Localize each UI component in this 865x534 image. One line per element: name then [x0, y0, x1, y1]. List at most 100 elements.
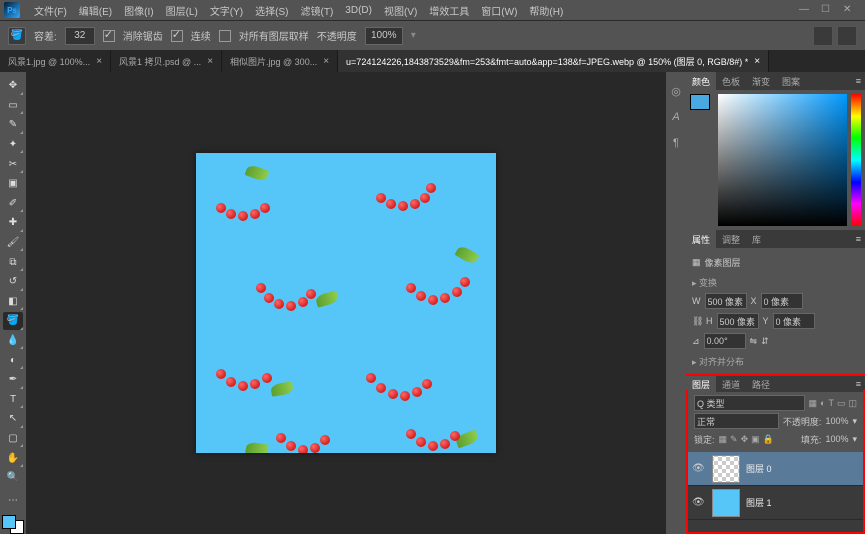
layer-thumbnail[interactable] [712, 489, 740, 517]
stamp-tool[interactable]: ⧉ [3, 253, 23, 271]
shape-tool[interactable]: ▢ [3, 430, 23, 448]
flip-v-icon[interactable]: ⇵ [761, 336, 769, 347]
hue-slider[interactable] [851, 94, 861, 226]
hand-tool[interactable]: ✋ [3, 449, 23, 467]
paragraph-icon[interactable]: ¶ [669, 136, 683, 150]
type-panel-icon[interactable]: A [669, 110, 683, 124]
menu-plugins[interactable]: 增效工具 [423, 3, 475, 18]
layer-name[interactable]: 图层 1 [746, 496, 772, 509]
document-tab-active[interactable]: u=724124226,1843873529&fm=253&fmt=auto&a… [338, 50, 769, 72]
tab-close-icon[interactable]: × [96, 56, 102, 67]
blur-tool[interactable]: 💧 [3, 332, 23, 350]
filter-type-icon[interactable]: T [828, 398, 834, 409]
antialias-checkbox[interactable] [103, 30, 115, 42]
color-preview-fg[interactable] [690, 94, 710, 110]
properties-tab[interactable]: 属性 [686, 230, 716, 248]
width-input[interactable] [705, 293, 747, 309]
dodge-tool[interactable]: ◐ [3, 351, 23, 369]
contiguous-checkbox[interactable] [171, 30, 183, 42]
menu-select[interactable]: 选择(S) [249, 3, 294, 18]
zoom-tool[interactable]: 🔍 [3, 469, 23, 487]
menu-file[interactable]: 文件(F) [28, 3, 73, 18]
filter-shape-icon[interactable]: ▭ [837, 398, 846, 409]
lasso-tool[interactable]: ✎ [3, 116, 23, 134]
menu-edit[interactable]: 编辑(E) [73, 3, 118, 18]
document-tab[interactable]: 风景1 拷贝.psd @ ...× [111, 50, 222, 72]
close-button[interactable]: ✕ [843, 4, 855, 16]
patterns-tab[interactable]: 图案 [776, 72, 806, 90]
marquee-tool[interactable]: ▭ [3, 97, 23, 115]
gradients-tab[interactable]: 渐变 [746, 72, 776, 90]
tolerance-input[interactable] [65, 27, 95, 45]
menu-help[interactable]: 帮助(H) [523, 3, 569, 18]
opacity-input[interactable] [365, 27, 403, 45]
history-brush-tool[interactable]: ↺ [3, 273, 23, 291]
align-section[interactable]: ▸ 对齐并分布 [692, 355, 859, 368]
menu-view[interactable]: 视图(V) [378, 3, 423, 18]
heal-tool[interactable]: ✚ [3, 214, 23, 232]
type-tool[interactable]: T [3, 391, 23, 409]
libraries-tab[interactable]: 库 [746, 230, 767, 248]
color-tab[interactable]: 颜色 [686, 72, 716, 90]
blend-mode-select[interactable]: 正常 [694, 413, 779, 429]
lock-artboard-icon[interactable]: ▣ [751, 434, 760, 445]
menu-image[interactable]: 图像(I) [118, 3, 159, 18]
layer-filter-select[interactable]: Q 类型 [694, 395, 805, 411]
option-btn-2[interactable] [837, 26, 857, 46]
learn-icon[interactable]: ◎ [669, 84, 683, 98]
panel-menu-icon[interactable]: ≡ [852, 76, 865, 86]
x-input[interactable] [761, 293, 803, 309]
menu-3d[interactable]: 3D(D) [339, 5, 378, 16]
path-tool[interactable]: ↖ [3, 410, 23, 428]
minimize-button[interactable]: — [799, 4, 811, 16]
layer-row[interactable]: 👁 图层 1 [688, 486, 863, 520]
document-tab[interactable]: 风景1.jpg @ 100%...× [0, 50, 111, 72]
menu-window[interactable]: 窗口(W) [475, 3, 523, 18]
brush-tool[interactable]: 🖌 [3, 234, 23, 252]
fill-value[interactable]: 100% [825, 434, 848, 444]
layer-thumbnail[interactable] [712, 455, 740, 483]
lock-paint-icon[interactable]: ✎ [730, 434, 738, 445]
link-icon[interactable]: ⛓ [692, 316, 702, 327]
wand-tool[interactable]: ✦ [3, 136, 23, 154]
y-input[interactable] [773, 313, 815, 329]
tool-preset-icon[interactable]: 🪣 [8, 27, 26, 45]
angle-input[interactable] [704, 333, 746, 349]
visibility-icon[interactable]: 👁 [692, 463, 706, 474]
bucket-tool[interactable]: 🪣 [3, 312, 23, 330]
lock-all-icon[interactable]: 🔒 [763, 434, 774, 445]
tab-close-icon[interactable]: × [323, 56, 329, 67]
height-input[interactable] [717, 313, 759, 329]
layer-name[interactable]: 图层 0 [746, 462, 772, 475]
panel-menu-icon[interactable]: ≡ [852, 234, 865, 244]
canvas[interactable] [196, 153, 496, 453]
eraser-tool[interactable]: ◧ [3, 293, 23, 311]
flip-h-icon[interactable]: ⇋ [750, 336, 758, 347]
filter-smart-icon[interactable]: ◫ [848, 398, 857, 409]
color-swatches[interactable] [2, 515, 24, 534]
panel-menu-icon[interactable]: ≡ [852, 379, 865, 389]
pen-tool[interactable]: ✒ [3, 371, 23, 389]
layer-row[interactable]: 👁 图层 0 [688, 452, 863, 486]
lock-position-icon[interactable]: ✥ [741, 434, 749, 445]
filter-image-icon[interactable]: ▦ [809, 398, 818, 409]
lock-pixels-icon[interactable]: ▦ [719, 434, 728, 445]
document-tab[interactable]: 相似图片.jpg @ 300...× [222, 50, 338, 72]
transform-section[interactable]: ▸ 变换 [692, 276, 859, 289]
opacity-value[interactable]: 100% [825, 416, 848, 426]
edit-toolbar[interactable]: ⋯ [3, 492, 23, 510]
swatches-tab[interactable]: 色板 [716, 72, 746, 90]
option-btn-1[interactable] [813, 26, 833, 46]
filter-adjust-icon[interactable]: ◐ [820, 398, 825, 409]
move-tool[interactable]: ✥ [3, 77, 23, 95]
tab-close-icon[interactable]: × [754, 56, 760, 67]
menu-filter[interactable]: 滤镜(T) [295, 3, 340, 18]
eyedropper-tool[interactable]: ✐ [3, 195, 23, 213]
tab-close-icon[interactable]: × [207, 56, 213, 67]
maximize-button[interactable]: ☐ [821, 4, 833, 16]
color-field[interactable] [718, 94, 847, 226]
visibility-icon[interactable]: 👁 [692, 497, 706, 508]
menu-layer[interactable]: 图层(L) [160, 3, 204, 18]
frame-tool[interactable]: ▣ [3, 175, 23, 193]
adjustments-tab[interactable]: 调整 [716, 230, 746, 248]
